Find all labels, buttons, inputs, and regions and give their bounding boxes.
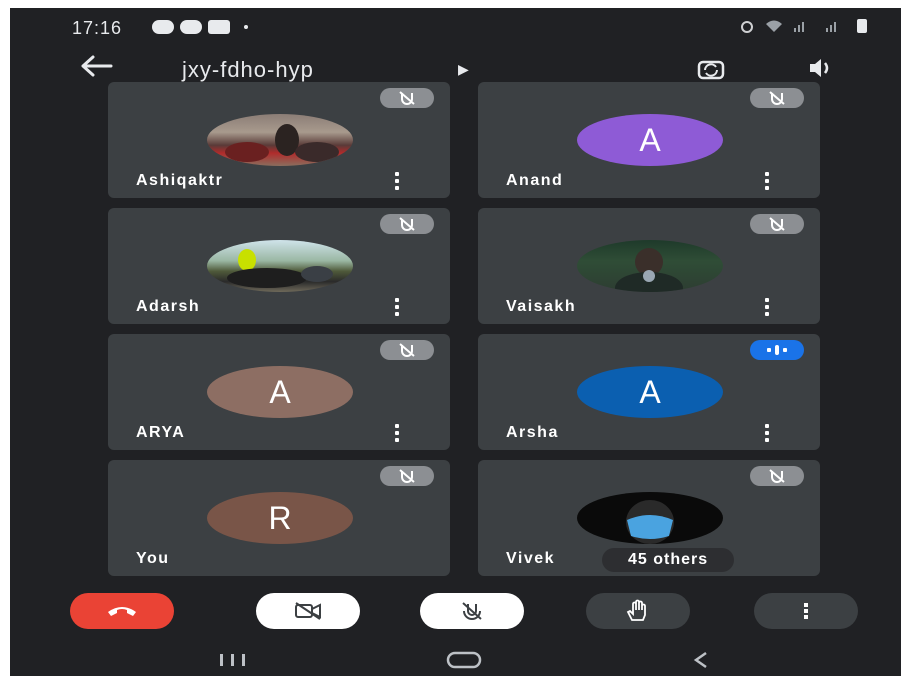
participant-tile[interactable]: A ARYA	[108, 334, 450, 450]
participant-tile[interactable]: R You	[108, 460, 450, 576]
participant-name: Vaisakh	[506, 298, 577, 315]
mic-off-icon	[750, 214, 804, 234]
participant-tile[interactable]: A Anand	[478, 82, 820, 198]
more-vert-icon[interactable]	[764, 424, 770, 442]
participant-tile[interactable]: Adarsh	[108, 208, 450, 324]
participant-tile[interactable]: Vaisakh	[478, 208, 820, 324]
participant-tile[interactable]: Ashiqaktr	[108, 82, 450, 198]
mic-off-icon	[750, 88, 804, 108]
participant-name: Anand	[506, 172, 564, 189]
mic-off-icon	[750, 466, 804, 486]
participant-name: You	[136, 550, 170, 567]
home-icon[interactable]	[444, 651, 484, 669]
participant-name: Adarsh	[136, 298, 201, 315]
notification-icon	[152, 20, 174, 34]
more-vert-icon	[804, 603, 808, 619]
phone-screen: 17:16 jxy-fdho-hyp ▶ Ashiqaktr A Anand A…	[10, 8, 901, 676]
back-nav-icon[interactable]	[690, 650, 712, 670]
more-notifications-icon	[244, 25, 248, 29]
participant-tile[interactable]: Vivek 45 others	[478, 460, 820, 576]
recent-apps-icon[interactable]	[216, 652, 250, 668]
signal-icon	[794, 22, 804, 32]
notification-icon	[180, 20, 202, 34]
raise-hand-button[interactable]	[586, 593, 690, 629]
avatar-initial: A	[577, 366, 723, 418]
avatar-initial: R	[207, 492, 353, 544]
mic-off-icon	[380, 340, 434, 360]
mic-off-icon	[380, 466, 434, 486]
system-nav-bar	[10, 642, 901, 676]
avatar-photo	[207, 114, 353, 166]
status-bar: 17:16	[10, 8, 901, 48]
battery-icon	[857, 19, 867, 33]
meeting-code[interactable]: jxy-fdho-hyp	[182, 57, 314, 83]
wifi-icon	[766, 20, 782, 32]
participant-tile[interactable]: A Arsha	[478, 334, 820, 450]
mic-off-icon	[380, 88, 434, 108]
system-icons	[739, 19, 867, 33]
status-time: 17:16	[72, 18, 123, 38]
participant-name: ARYA	[136, 424, 186, 441]
avatar-photo	[207, 240, 353, 292]
avatar-initial: A	[577, 114, 723, 166]
speaking-indicator-icon	[750, 340, 804, 360]
mic-off-icon	[462, 602, 482, 620]
participant-name: Ashiqaktr	[136, 172, 224, 189]
avatar-photo	[577, 492, 723, 544]
more-vert-icon[interactable]	[394, 424, 400, 442]
speaker-icon[interactable]	[806, 56, 834, 80]
mic-off-icon	[380, 214, 434, 234]
avatar-photo	[577, 240, 723, 292]
notification-icons	[152, 20, 248, 34]
more-options-button[interactable]	[754, 593, 858, 629]
participant-name: Arsha	[506, 424, 559, 441]
more-vert-icon[interactable]	[764, 172, 770, 190]
others-chip[interactable]: 45 others	[602, 548, 735, 572]
signal-icon	[826, 22, 836, 32]
back-arrow-icon[interactable]	[80, 54, 114, 83]
alarm-icon	[741, 21, 753, 33]
hand-icon	[626, 599, 646, 621]
more-vert-icon[interactable]	[394, 172, 400, 190]
end-call-button[interactable]	[70, 593, 174, 629]
phone-hangup-icon	[108, 607, 136, 616]
more-vert-icon[interactable]	[394, 298, 400, 316]
caret-right-icon[interactable]: ▶	[458, 61, 469, 78]
more-vert-icon[interactable]	[764, 298, 770, 316]
camera-off-icon	[295, 602, 321, 620]
youtube-icon	[208, 20, 230, 34]
camera-toggle-button[interactable]	[256, 593, 360, 629]
avatar-initial: A	[207, 366, 353, 418]
participant-name: Vivek	[506, 550, 556, 567]
mic-toggle-button[interactable]	[420, 593, 524, 629]
switch-camera-icon[interactable]	[696, 54, 726, 84]
